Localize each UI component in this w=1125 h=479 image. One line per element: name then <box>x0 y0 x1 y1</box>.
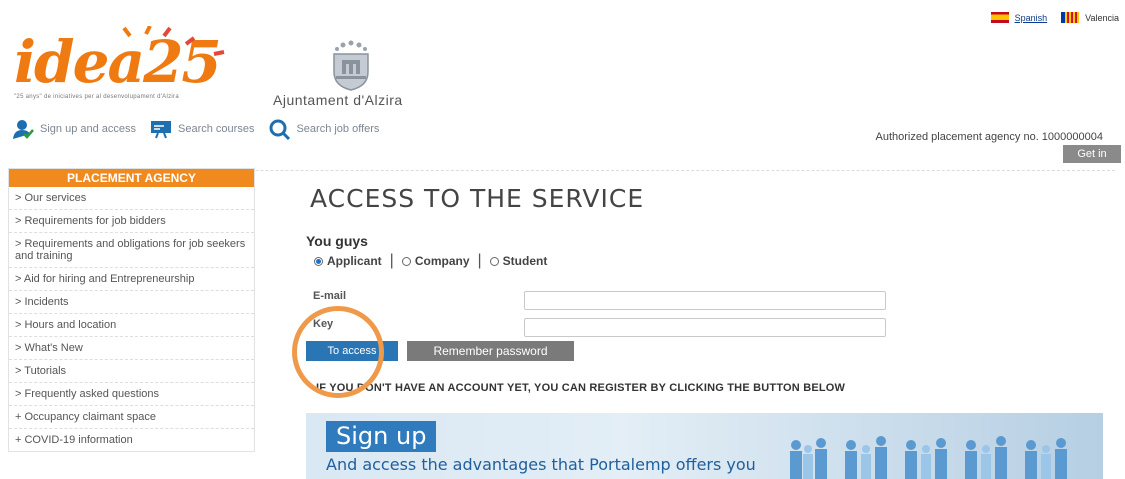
get-in-button[interactable]: Get in <box>1063 145 1121 163</box>
banner-subtitle: And access the advantages that Portalemp… <box>326 455 756 474</box>
radio-company-label: Company <box>414 254 470 268</box>
nav-search-courses[interactable]: Search courses <box>150 118 254 140</box>
highlight-circle <box>292 306 384 398</box>
radio-student-label: Student <box>502 254 548 268</box>
sidebar-item-our-services[interactable]: > Our services <box>9 187 254 210</box>
radio-separator: | <box>477 252 482 269</box>
nav-sign-up-label: Sign up and access <box>40 123 137 135</box>
sidebar-item-faq[interactable]: > Frequently asked questions <box>9 383 254 406</box>
nav-search-jobs-label: Search job offers <box>296 123 380 135</box>
email-field[interactable] <box>524 291 886 310</box>
search-icon <box>269 119 291 140</box>
register-notice: IF YOU DON'T HAVE AN ACCOUNT YET, YOU CA… <box>316 382 846 394</box>
remember-password-button[interactable]: Remember password <box>407 341 574 361</box>
valencia-flag-icon <box>1061 12 1080 23</box>
top-navigation: Sign up and access Search courses Search… <box>12 118 393 140</box>
user-type-heading: You guys <box>306 233 368 249</box>
email-label: E-mail <box>313 290 347 302</box>
radio-student-dot[interactable] <box>489 256 499 266</box>
city-crest-icon <box>333 40 369 91</box>
page-title: ACCESS TO THE SERVICE <box>310 184 645 213</box>
valencia-link[interactable]: Valencia <box>1085 13 1119 23</box>
ajuntament-name: Ajuntament d'Alzira <box>273 92 403 108</box>
radio-applicant[interactable]: Applicant <box>314 254 382 268</box>
radio-applicant-dot[interactable] <box>314 256 323 266</box>
spanish-link[interactable]: Spanish <box>1015 13 1048 23</box>
sidebar-item-hours-location[interactable]: > Hours and location <box>9 314 254 337</box>
sidebar-item-incidents[interactable]: > Incidents <box>9 291 254 314</box>
radio-company-dot[interactable] <box>401 256 411 266</box>
sidebar-item-tutorials[interactable]: > Tutorials <box>9 360 254 383</box>
board-icon <box>151 121 172 139</box>
people-group-icon <box>790 436 1067 479</box>
sidebar-item-claimant-space[interactable]: + Occupancy claimant space <box>9 406 254 429</box>
sidebar-item-requirements-bidders[interactable]: > Requirements for job bidders <box>9 210 254 233</box>
user-icon <box>13 120 34 139</box>
spain-flag-icon <box>990 12 1009 23</box>
language-bar: Spanish Valencia <box>990 12 1119 23</box>
radio-separator: | <box>389 252 394 269</box>
sidebar-item-requirements-seekers[interactable]: > Requirements and obligations for job s… <box>9 233 254 268</box>
banner-sign-up-label: Sign up <box>326 421 437 452</box>
agency-number: Authorized placement agency no. 10000000… <box>875 131 1103 143</box>
sidebar-item-whats-new[interactable]: > What's New <box>9 337 254 360</box>
sidebar-heading: PLACEMENT AGENCY <box>9 169 254 187</box>
radio-company[interactable]: Company <box>401 254 470 268</box>
user-type-radio-group: Applicant | Company | Student <box>314 252 547 270</box>
nav-search-jobs[interactable]: Search job offers <box>268 118 379 140</box>
logo-rays-icon <box>122 26 225 56</box>
sidebar-item-aid-hiring[interactable]: > Aid for hiring and Entrepreneurship <box>9 268 254 291</box>
idea25-logo[interactable]: idea25 "25 anys" de iniciatives per al d… <box>14 26 244 107</box>
radio-student[interactable]: Student <box>489 254 548 268</box>
sidebar-item-covid[interactable]: + COVID-19 information <box>9 429 254 451</box>
nav-search-courses-label: Search courses <box>178 123 255 135</box>
key-field[interactable] <box>524 318 886 337</box>
sign-up-banner[interactable]: Sign up And access the advantages that P… <box>306 413 1103 479</box>
sidebar: PLACEMENT AGENCY > Our services > Requir… <box>8 168 255 452</box>
nav-sign-up[interactable]: Sign up and access <box>12 118 136 140</box>
radio-applicant-label: Applicant <box>327 254 382 268</box>
